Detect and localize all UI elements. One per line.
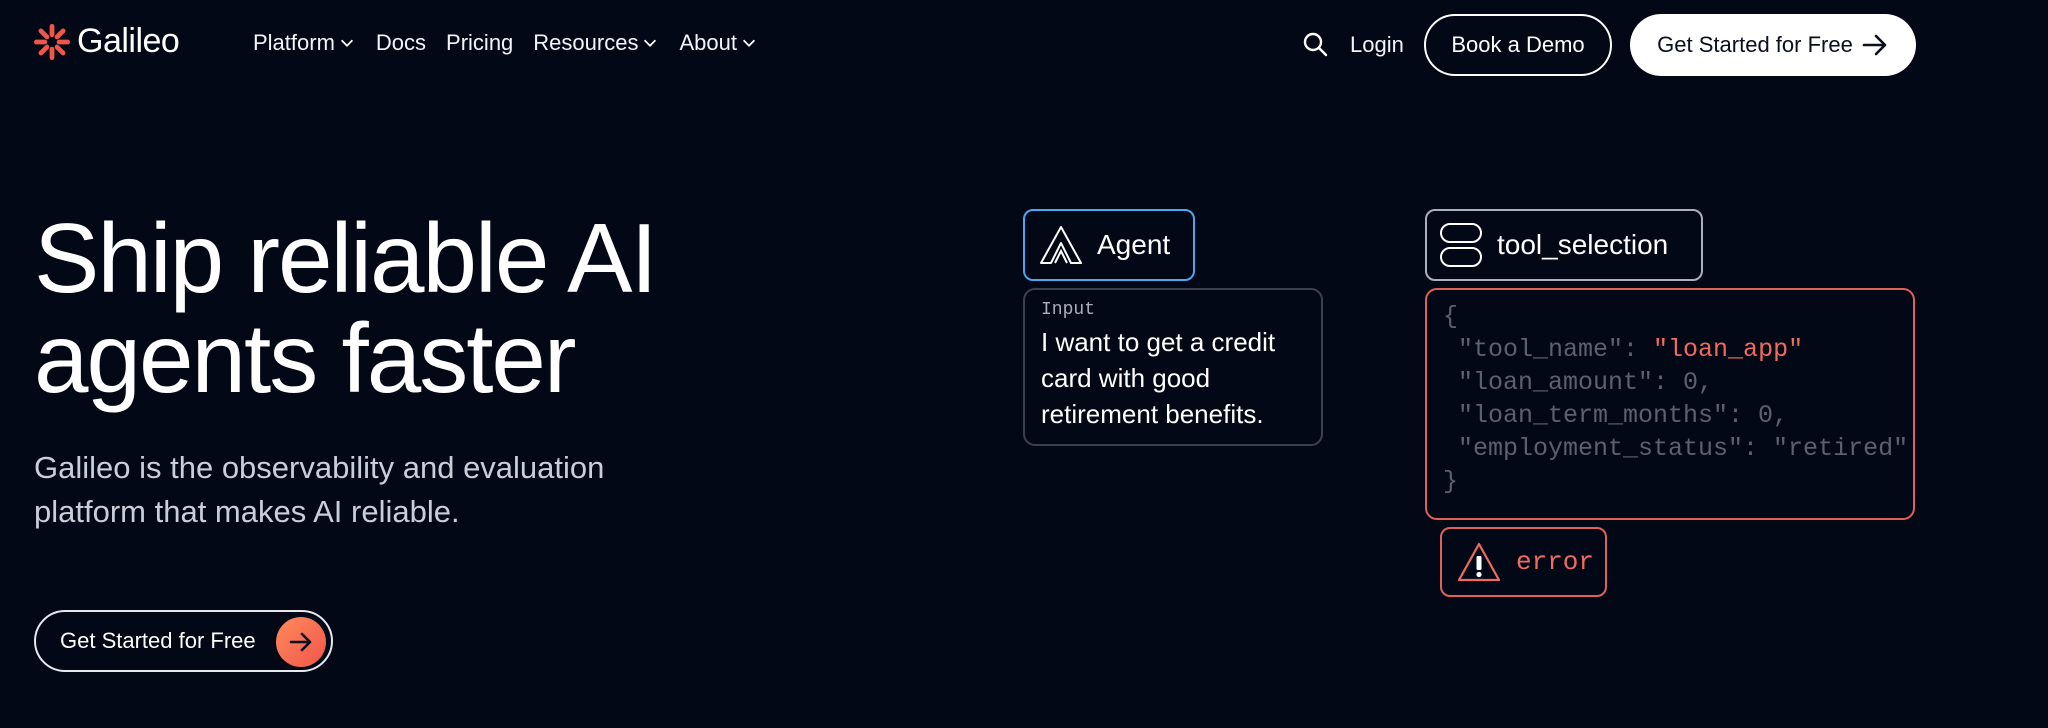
nav-item-resources[interactable]: Resources xyxy=(533,30,659,56)
input-card: Input I want to get a credit card with g… xyxy=(1023,288,1323,446)
get-started-hero-button[interactable]: Get Started for Free xyxy=(34,610,333,672)
error-badge: error xyxy=(1440,527,1607,597)
tool-toggle-icon xyxy=(1440,223,1482,267)
nav-item-pricing[interactable]: Pricing xyxy=(446,30,513,56)
hero-subtitle: Galileo is the observability and evaluat… xyxy=(34,446,694,534)
input-label: Input xyxy=(1041,300,1096,320)
cta-arrow-circle xyxy=(276,617,326,667)
nav-item-label: Docs xyxy=(375,30,427,55)
error-label: error xyxy=(1516,547,1595,577)
subtitle-line-1: Galileo is the observability and evaluat… xyxy=(34,450,605,485)
search-icon[interactable] xyxy=(1302,31,1328,57)
chevron-down-icon xyxy=(340,39,353,47)
brand-name: Galileo xyxy=(77,22,180,60)
json-close-brace: } xyxy=(1443,467,1459,496)
nav-item-docs[interactable]: Docs xyxy=(376,30,426,56)
book-demo-button[interactable]: Book a Demo xyxy=(1424,14,1612,76)
cta-label: Get Started for Free xyxy=(60,628,256,653)
top-nav: Galileo Platform Docs Pricing Resources … xyxy=(0,0,2048,92)
nav-item-platform[interactable]: Platform xyxy=(253,30,356,56)
agent-logo-icon xyxy=(1040,226,1082,264)
arrow-right-icon xyxy=(289,632,312,652)
galileo-logo-icon xyxy=(33,23,71,60)
json-open-brace: { xyxy=(1443,302,1459,331)
hero-headline: Ship reliable AI agents faster xyxy=(34,208,658,408)
json-key: "tool_name": xyxy=(1443,335,1654,364)
main-menu: Platform Docs Pricing Resources About xyxy=(253,30,778,56)
nav-item-label: Pricing xyxy=(446,30,514,55)
json-line-loan-amount: "loan_amount": 0, xyxy=(1443,368,1714,397)
json-line-loan-term: "loan_term_months": 0, xyxy=(1443,401,1789,430)
json-line-employment: "employment_status": "retired" xyxy=(1443,434,1909,463)
nav-item-label: Platform xyxy=(253,30,335,55)
login-link[interactable]: Login xyxy=(1350,32,1404,58)
json-value-highlight: "loan_app" xyxy=(1653,335,1804,364)
tool-selection-tab: tool_selection xyxy=(1425,209,1703,281)
json-line-tool-name: "tool_name": "loan_app" xyxy=(1443,333,1897,366)
headline-line-1: Ship reliable AI xyxy=(34,203,658,313)
get-started-label: Get Started for Free xyxy=(1657,32,1853,57)
subtitle-line-2: platform that makes AI reliable. xyxy=(34,494,460,529)
nav-item-label: About xyxy=(679,30,737,55)
arrow-right-icon xyxy=(1862,34,1887,56)
nav-item-label: Resources xyxy=(533,30,639,55)
json-card: { "tool_name": "loan_app" "loan_amount":… xyxy=(1425,288,1915,520)
logo[interactable]: Galileo xyxy=(33,22,180,61)
warning-icon xyxy=(1457,542,1501,582)
chevron-down-icon xyxy=(742,39,755,47)
agent-tab: Agent xyxy=(1023,209,1195,281)
chevron-down-icon xyxy=(644,39,657,47)
nav-item-about[interactable]: About xyxy=(679,30,758,56)
headline-line-2: agents faster xyxy=(34,303,577,413)
tool-selection-label: tool_selection xyxy=(1497,229,1669,260)
input-text: I want to get a credit card with good re… xyxy=(1041,327,1276,429)
agent-label: Agent xyxy=(1097,229,1171,260)
get-started-nav-button[interactable]: Get Started for Free xyxy=(1630,14,1916,76)
